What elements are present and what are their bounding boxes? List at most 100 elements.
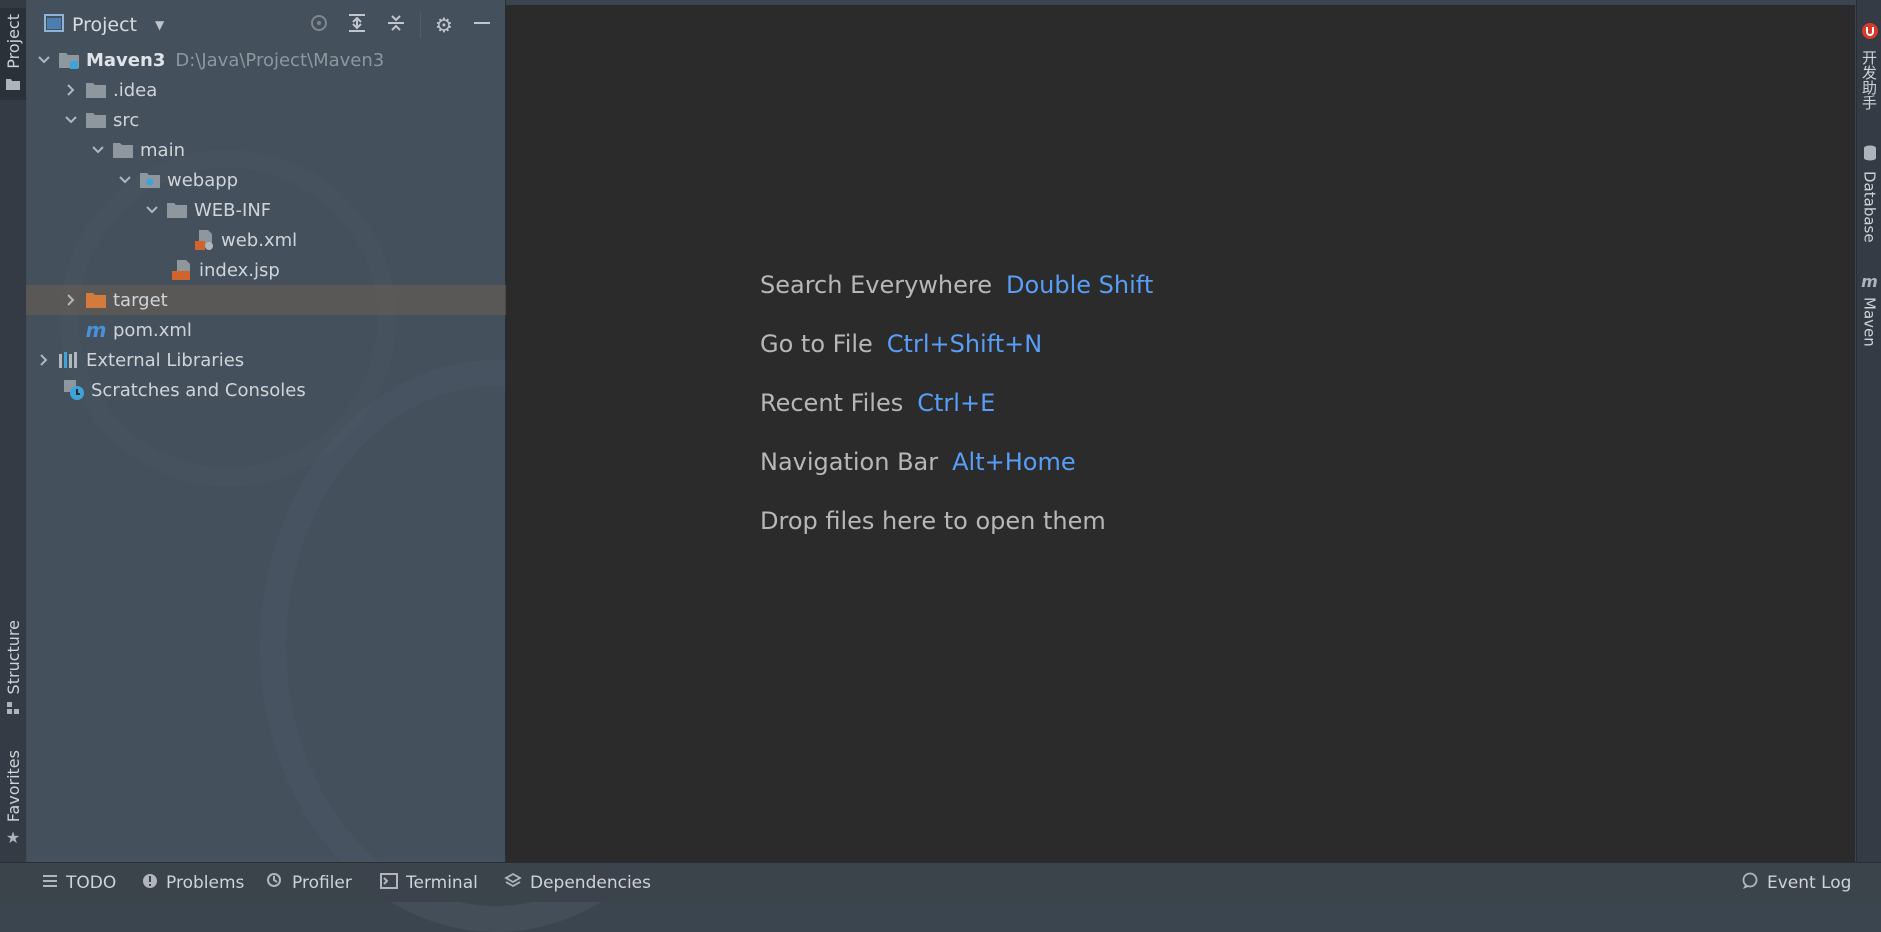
project-view-selector[interactable]: Project ▼ xyxy=(44,12,164,38)
bottom-tab-label: Profiler xyxy=(292,873,352,893)
scratches-icon xyxy=(63,379,85,401)
terminal-icon xyxy=(380,872,398,894)
module-folder-icon xyxy=(58,49,80,71)
project-panel-header: Project ▼ ⚙ xyxy=(26,0,505,50)
hint-shortcut[interactable]: Double Shift xyxy=(1006,271,1153,299)
hint-navigation-bar: Navigation Bar Alt+Home xyxy=(760,448,1076,476)
tree-label: pom.xml xyxy=(113,319,192,341)
tree-label: webapp xyxy=(167,169,239,191)
tree-node-target[interactable]: target xyxy=(26,285,542,315)
hint-go-to-file: Go to File Ctrl+Shift+N xyxy=(760,330,1042,358)
hint-search-everywhere: Search Everywhere Double Shift xyxy=(760,271,1153,299)
tool-tab-structure-label: Structure xyxy=(3,620,23,695)
gear-icon: ⚙ xyxy=(435,13,453,37)
tree-node-pom[interactable]: m pom.xml xyxy=(26,315,564,345)
bottom-tab-label: Problems xyxy=(166,873,245,893)
folder-icon xyxy=(112,139,134,161)
hint-label: Go to File xyxy=(760,330,873,358)
right-tool-stripe: 开发助手 Database m Maven xyxy=(1856,0,1881,862)
bottom-tab-label: TODO xyxy=(66,873,117,893)
tree-label: External Libraries xyxy=(86,349,245,371)
tree-node-external-libraries[interactable]: External Libraries xyxy=(26,345,515,375)
info-icon xyxy=(142,873,158,894)
tool-tab-structure[interactable]: Structure xyxy=(0,620,26,719)
bottom-tab-terminal[interactable]: Terminal xyxy=(380,871,478,895)
header-divider xyxy=(420,12,421,38)
tool-tab-database-label: Database xyxy=(1860,171,1879,243)
tree-node-src[interactable]: src xyxy=(26,105,542,135)
speech-bubble-icon xyxy=(1741,872,1759,895)
tool-tab-project[interactable]: Project xyxy=(0,8,26,100)
collapse-all-button[interactable] xyxy=(383,12,409,38)
hint-label: Search Everywhere xyxy=(760,271,992,299)
hint-shortcut[interactable]: Ctrl+E xyxy=(917,389,995,417)
hint-label: Navigation Bar xyxy=(760,448,939,476)
bottom-tab-profiler[interactable]: Profiler xyxy=(266,871,352,895)
tree-node-idea[interactable]: .idea xyxy=(26,75,542,105)
xml-file-icon xyxy=(193,229,215,251)
tree-root-path: D:\Java\Project\Maven3 xyxy=(175,49,385,71)
list-icon xyxy=(42,873,58,893)
collapse-all-icon xyxy=(386,13,406,37)
tool-tab-favorites[interactable]: Favorites ★ xyxy=(0,750,26,847)
tree-label: Scratches and Consoles xyxy=(91,379,306,401)
hint-drop-files: Drop files here to open them xyxy=(760,507,1106,535)
bottom-tab-label: Terminal xyxy=(406,873,478,893)
tree-label: main xyxy=(140,139,185,161)
tool-tab-maven-label: Maven xyxy=(1860,297,1879,347)
folder-icon xyxy=(85,79,107,101)
hide-panel-button[interactable] xyxy=(469,12,495,38)
tool-tab-maven[interactable]: m Maven xyxy=(1857,272,1881,347)
project-view-label: Project xyxy=(72,14,138,36)
maven-file-icon: m xyxy=(85,318,107,342)
tree-node-main[interactable]: main xyxy=(26,135,569,165)
hint-label: Recent Files xyxy=(760,389,904,417)
library-icon xyxy=(58,349,80,371)
folder-icon xyxy=(166,199,188,221)
tool-tab-dev-helper[interactable]: 开发助手 xyxy=(1857,22,1881,110)
editor-area: Search Everywhere Double Shift Go to Fil… xyxy=(506,5,1855,862)
left-tool-stripe: Project Structure Favorites ★ xyxy=(0,0,27,862)
minimize-icon xyxy=(473,14,491,36)
bottom-tab-dependencies[interactable]: Dependencies xyxy=(504,871,651,895)
folder-icon xyxy=(85,109,107,131)
tree-node-scratches[interactable]: Scratches and Consoles xyxy=(26,375,542,405)
chevron-down-icon[interactable] xyxy=(144,202,160,218)
tree-label: src xyxy=(113,109,140,131)
bottom-tab-todo[interactable]: TODO xyxy=(42,871,116,895)
chevron-down-icon[interactable] xyxy=(36,52,52,68)
expand-all-button[interactable] xyxy=(344,12,370,38)
crosshair-icon xyxy=(309,13,329,37)
tree-label: WEB-INF xyxy=(194,199,272,221)
tool-tab-dev-helper-label: 开发助手 xyxy=(1860,50,1878,110)
tool-tab-favorites-label: Favorites xyxy=(3,750,23,823)
maven-icon: m xyxy=(1861,272,1878,291)
bottom-tab-event-log[interactable]: Event Log xyxy=(1741,871,1851,895)
tree-node-root[interactable]: Maven3 D:\Java\Project\Maven3 xyxy=(26,45,515,75)
hint-shortcut[interactable]: Alt+Home xyxy=(952,448,1075,476)
chevron-down-icon[interactable] xyxy=(63,112,79,128)
chevron-right-icon[interactable] xyxy=(36,352,52,368)
bottom-tab-problems[interactable]: Problems xyxy=(142,871,244,895)
tree-label: index.jsp xyxy=(199,259,280,281)
locate-file-button[interactable] xyxy=(306,12,332,38)
folder-icon xyxy=(6,75,20,94)
jsp-file-icon xyxy=(171,259,193,281)
settings-button[interactable]: ⚙ xyxy=(431,12,457,38)
hint-recent-files: Recent Files Ctrl+E xyxy=(760,389,995,417)
chevron-down-icon[interactable] xyxy=(117,172,133,188)
chevron-down-icon[interactable] xyxy=(90,142,106,158)
profiler-icon xyxy=(266,872,284,895)
star-icon: ★ xyxy=(5,828,21,848)
hint-shortcut[interactable]: Ctrl+Shift+N xyxy=(887,330,1042,358)
hint-label: Drop files here to open them xyxy=(760,507,1106,535)
chevron-right-icon[interactable] xyxy=(63,292,79,308)
project-window-icon xyxy=(44,13,64,37)
structure-icon xyxy=(6,700,20,719)
dev-helper-icon xyxy=(1861,22,1879,44)
database-icon xyxy=(1863,145,1877,165)
tool-tab-project-label: Project xyxy=(3,14,23,69)
tree-label: web.xml xyxy=(221,229,298,251)
tool-tab-database[interactable]: Database xyxy=(1857,145,1881,243)
chevron-right-icon[interactable] xyxy=(63,82,79,98)
